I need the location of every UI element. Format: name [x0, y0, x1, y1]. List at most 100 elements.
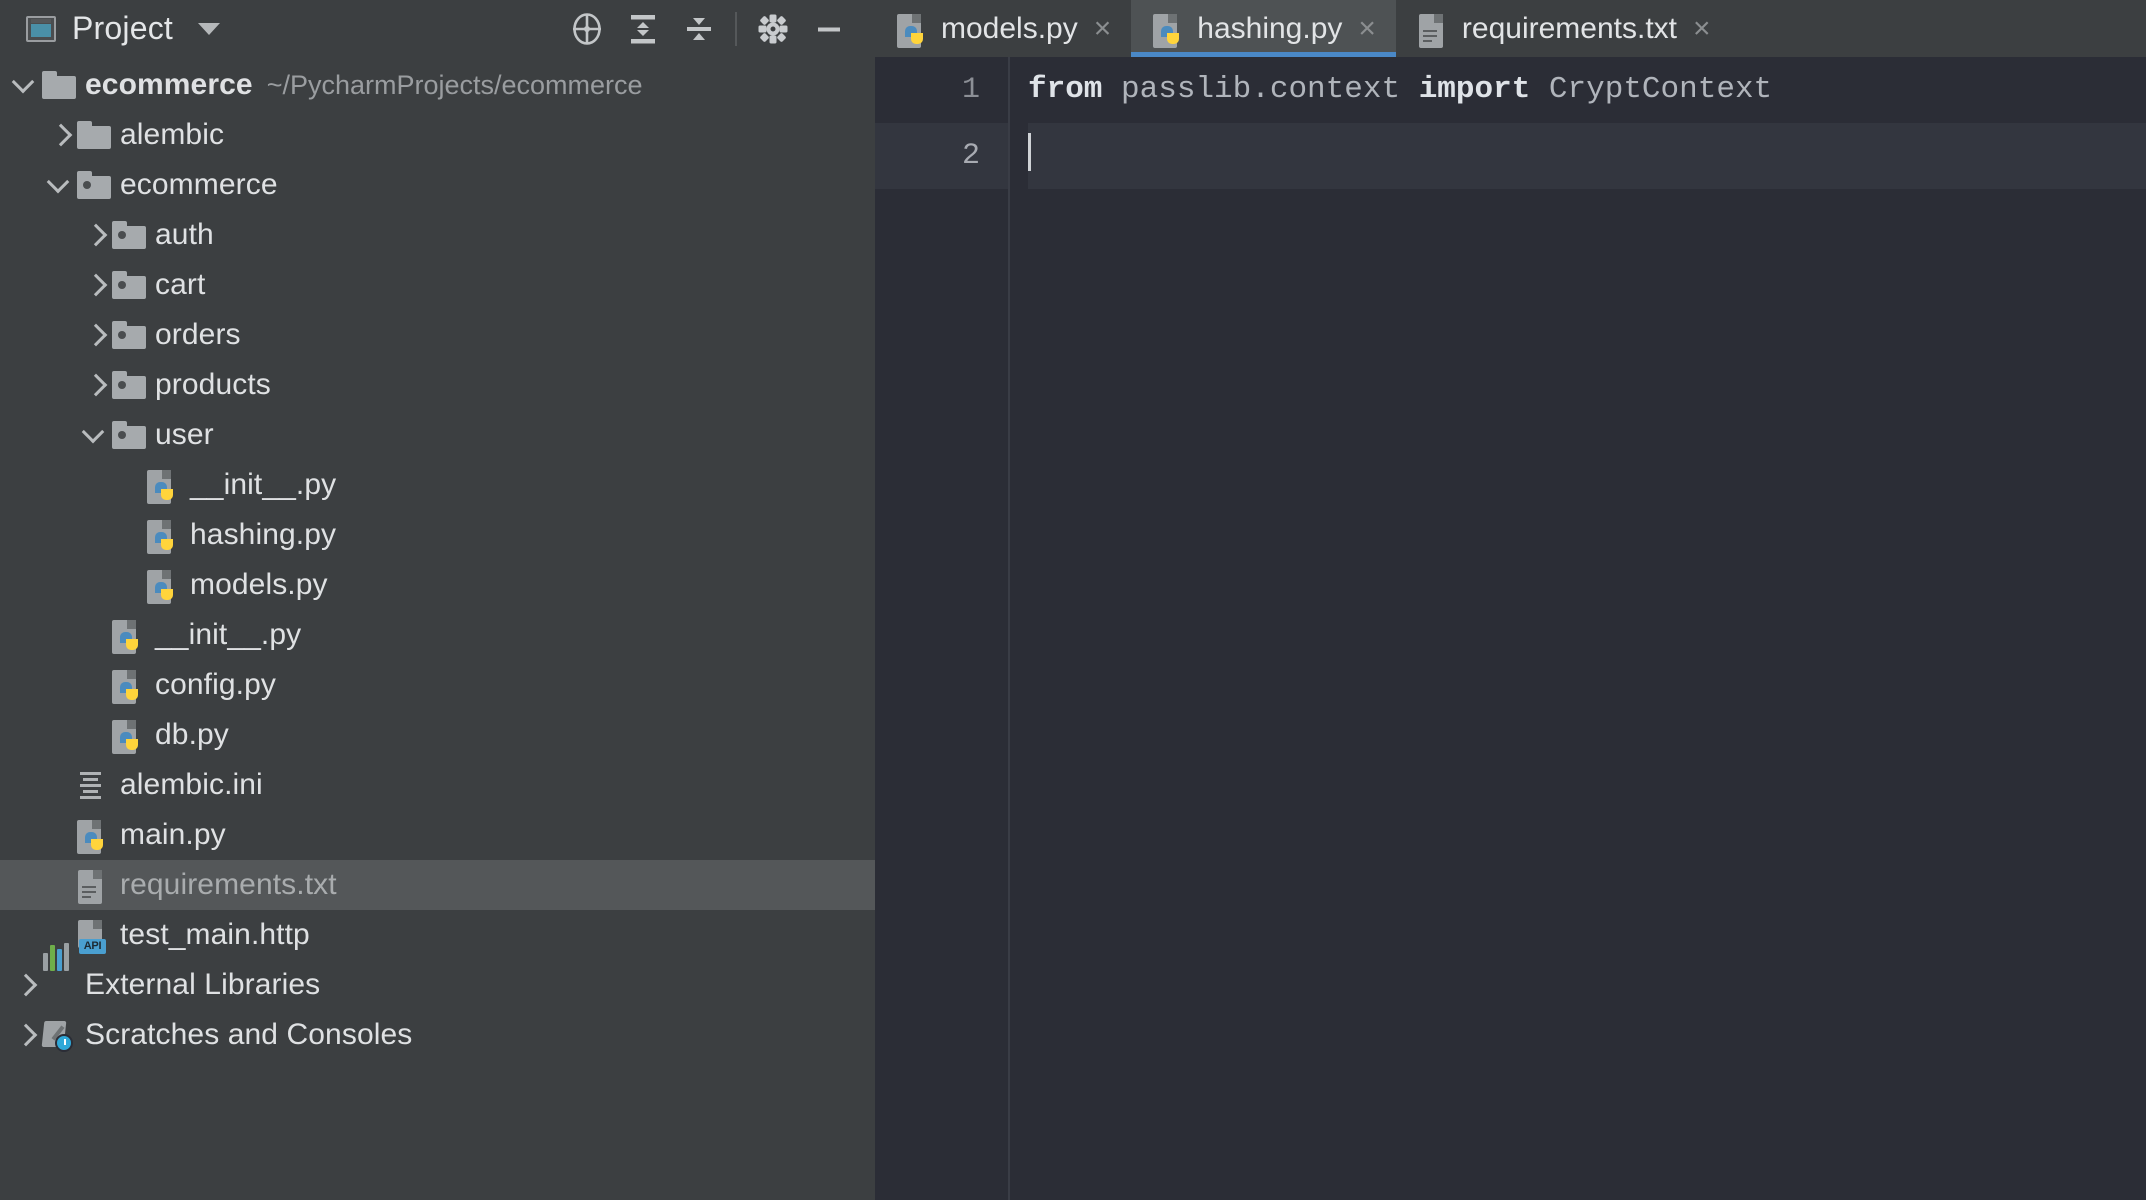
tree-row-ecommerce[interactable]: ecommerce~/PycharmProjects/ecommerce — [0, 60, 875, 110]
select-opened-file-icon[interactable] — [559, 6, 615, 52]
close-icon[interactable]: × — [1094, 14, 1112, 44]
tree-row-models-py[interactable]: models.py — [0, 560, 875, 610]
tab-file-icon — [1153, 12, 1187, 46]
code-token — [1102, 72, 1121, 107]
tree-item-icon — [112, 618, 146, 652]
code-content[interactable]: from passlib.context import CryptContext — [1010, 57, 2146, 1200]
tree-item-label: config.py — [155, 668, 276, 702]
tree-row-config-py[interactable]: config.py — [0, 660, 875, 710]
project-tool-window: Project — [0, 0, 875, 1200]
tree-item-path: ~/PycharmProjects/ecommerce — [267, 70, 643, 101]
tree-item-icon — [112, 268, 146, 302]
chevron-down-icon[interactable] — [198, 23, 220, 35]
tree-item-icon — [147, 568, 181, 602]
tree-item-label: __init__.py — [190, 468, 336, 502]
code-token — [1400, 72, 1419, 107]
chevron-right-icon[interactable] — [12, 972, 38, 998]
hide-icon[interactable] — [801, 6, 857, 52]
tree-row-hashing-py[interactable]: hashing.py — [0, 510, 875, 560]
tree-row-test-main-http[interactable]: API test_main.http — [0, 910, 875, 960]
line-number: 1 — [875, 57, 1008, 123]
tree-row-user[interactable]: user — [0, 410, 875, 460]
chevron-down-icon[interactable] — [82, 422, 108, 448]
tree-item-icon: API — [77, 918, 111, 952]
tree-row-products[interactable]: products — [0, 360, 875, 410]
project-panel-header: Project — [0, 0, 875, 57]
tree-arrow-spacer — [117, 472, 143, 498]
close-icon[interactable]: × — [1358, 14, 1376, 44]
tree-arrow-spacer — [47, 822, 73, 848]
project-file-tree[interactable]: ecommerce~/PycharmProjects/ecommercealem… — [0, 57, 875, 1200]
tree-arrow-spacer — [82, 672, 108, 698]
close-icon[interactable]: × — [1693, 14, 1711, 44]
tree-item-icon — [77, 818, 111, 852]
project-panel-title: Project — [72, 10, 173, 47]
tree-row-db-py[interactable]: db.py — [0, 710, 875, 760]
code-editor[interactable]: 12 from passlib.context import CryptCont… — [875, 57, 2146, 1200]
code-token: import — [1419, 72, 1531, 107]
tree-item-label: models.py — [190, 568, 328, 602]
editor-tab-bar[interactable]: models.py×hashing.py×requirements.txt× — [875, 0, 2146, 57]
editor-tab-models-py[interactable]: models.py × — [875, 0, 1131, 57]
tree-item-label: auth — [155, 218, 214, 252]
tree-arrow-spacer — [117, 572, 143, 598]
chevron-right-icon[interactable] — [82, 222, 108, 248]
tree-item-label: requirements.txt — [120, 868, 337, 902]
code-token: passlib.context — [1121, 72, 1400, 107]
tree-row-external-libraries[interactable]: External Libraries — [0, 960, 875, 1010]
chevron-right-icon[interactable] — [82, 372, 108, 398]
code-token: CryptContext — [1549, 72, 1772, 107]
tree-row-requirements-txt[interactable]: requirements.txt — [0, 860, 875, 910]
tree-item-label: cart — [155, 268, 205, 302]
tree-item-icon — [42, 1018, 76, 1052]
chevron-right-icon[interactable] — [47, 122, 73, 148]
tree-item-icon — [112, 668, 146, 702]
code-line[interactable]: from passlib.context import CryptContext — [1028, 57, 2146, 123]
chevron-down-icon[interactable] — [47, 172, 73, 198]
tree-item-icon — [112, 418, 146, 452]
tree-row-ecommerce[interactable]: ecommerce — [0, 160, 875, 210]
editor-tab-hashing-py[interactable]: hashing.py × — [1131, 0, 1396, 57]
tree-row-auth[interactable]: auth — [0, 210, 875, 260]
tree-row-cart[interactable]: cart — [0, 260, 875, 310]
line-number: 2 — [875, 123, 1008, 189]
tree-row--init-py[interactable]: __init__.py — [0, 460, 875, 510]
editor-area: models.py×hashing.py×requirements.txt× 1… — [875, 0, 2146, 1200]
tree-item-label: main.py — [120, 818, 226, 852]
tree-item-label: products — [155, 368, 271, 402]
tree-row-orders[interactable]: orders — [0, 310, 875, 360]
tree-row-main-py[interactable]: main.py — [0, 810, 875, 860]
tree-arrow-spacer — [82, 622, 108, 648]
tree-item-icon — [42, 68, 76, 102]
tree-arrow-spacer — [47, 872, 73, 898]
tree-item-label: alembic — [120, 118, 224, 152]
tree-item-label: External Libraries — [85, 968, 320, 1002]
settings-gear-icon[interactable] — [745, 6, 801, 52]
chevron-right-icon[interactable] — [12, 1022, 38, 1048]
tab-file-icon — [897, 12, 931, 46]
tree-item-icon — [77, 118, 111, 152]
collapse-all-icon[interactable] — [671, 6, 727, 52]
tree-item-icon — [42, 968, 76, 1002]
tree-item-label: test_main.http — [120, 918, 310, 952]
tree-item-icon — [147, 518, 181, 552]
chevron-right-icon[interactable] — [82, 272, 108, 298]
chevron-right-icon[interactable] — [82, 322, 108, 348]
tree-row--init-py[interactable]: __init__.py — [0, 610, 875, 660]
code-token: from — [1028, 72, 1102, 107]
tree-row-alembic[interactable]: alembic — [0, 110, 875, 160]
expand-all-icon[interactable] — [615, 6, 671, 52]
tree-item-label: __init__.py — [155, 618, 301, 652]
tree-item-icon — [112, 318, 146, 352]
tab-label: hashing.py — [1197, 12, 1342, 46]
tree-item-label: alembic.ini — [120, 768, 263, 802]
editor-tab-requirements-txt[interactable]: requirements.txt× — [1396, 0, 1731, 57]
tree-item-label: orders — [155, 318, 241, 352]
tab-label: models.py — [941, 12, 1078, 46]
code-line[interactable] — [1028, 123, 2146, 189]
chevron-down-icon[interactable] — [12, 72, 38, 98]
line-number-gutter: 12 — [875, 57, 1010, 1200]
project-panel-toolbar — [559, 6, 857, 52]
tree-row-alembic-ini[interactable]: alembic.ini — [0, 760, 875, 810]
tree-row-scratches-and-consoles[interactable]: Scratches and Consoles — [0, 1010, 875, 1060]
